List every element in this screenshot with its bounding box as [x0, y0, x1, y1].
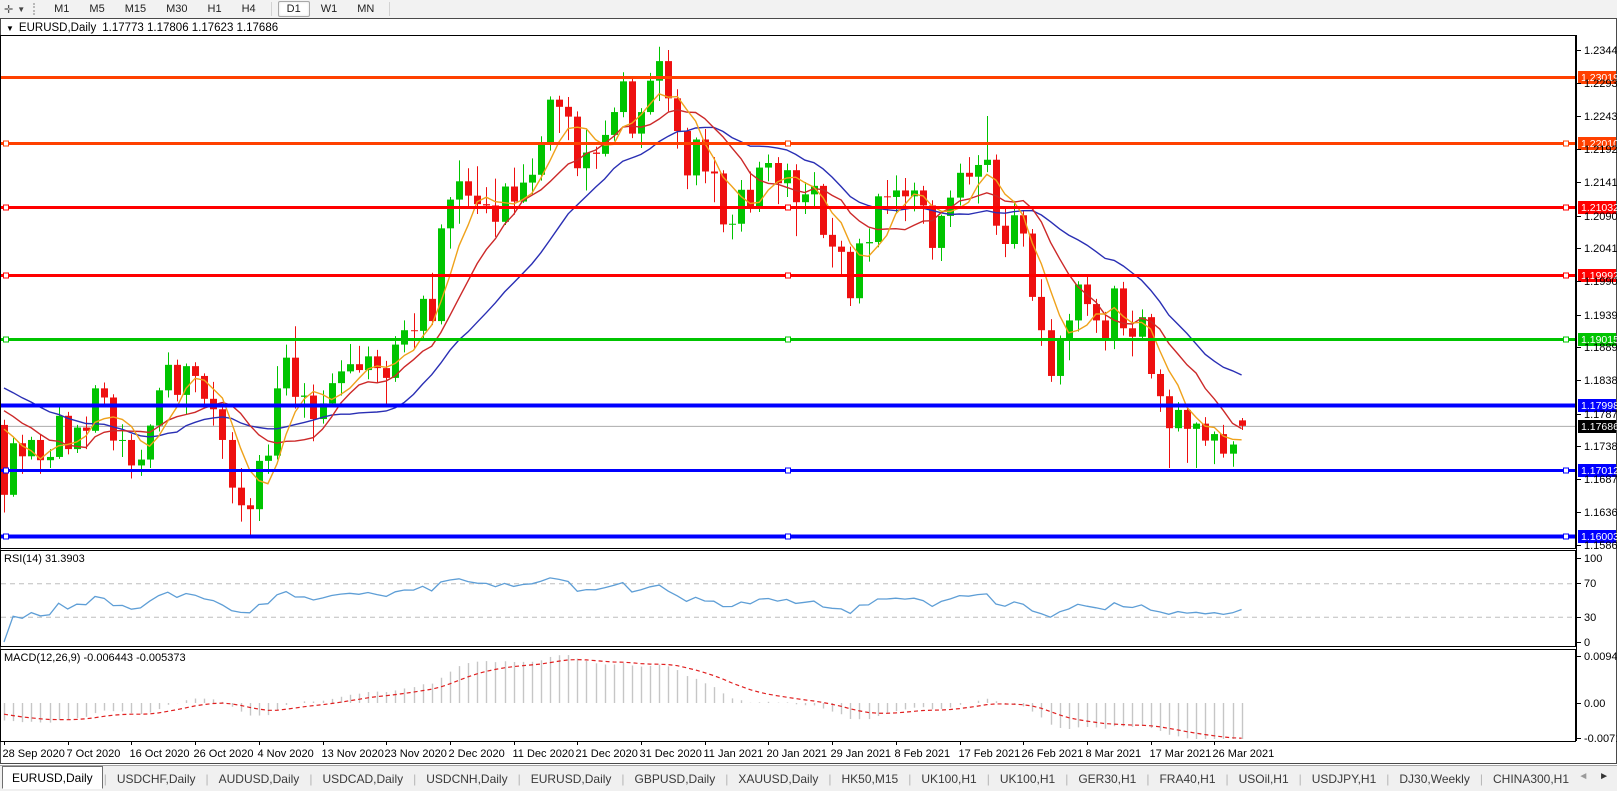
rsi-label: RSI(14) 31.3903 — [4, 553, 85, 565]
svg-text:2 Dec 2020: 2 Dec 2020 — [449, 748, 505, 760]
tab-usoil-h1[interactable]: USOil,H1 — [1230, 769, 1298, 789]
svg-text:-0.00719: -0.00719 — [1584, 733, 1617, 745]
svg-text:11 Jan 2021: 11 Jan 2021 — [704, 748, 764, 760]
svg-text:1.18385: 1.18385 — [1584, 375, 1617, 387]
tab-uk100-h1[interactable]: UK100,H1 — [991, 769, 1064, 789]
tab-scroll-left-icon[interactable]: ◄ — [1574, 771, 1592, 782]
svg-text:1.22435: 1.22435 — [1584, 111, 1617, 123]
svg-text:1.22930: 1.22930 — [1584, 78, 1617, 90]
svg-text:8 Feb 2021: 8 Feb 2021 — [895, 748, 951, 760]
chart-symbol: EURUSD,Daily — [19, 22, 96, 34]
svg-text:30: 30 — [1584, 612, 1596, 624]
tab-audusd-daily[interactable]: AUDUSD,Daily — [210, 769, 309, 789]
svg-text:26 Feb 2021: 26 Feb 2021 — [1022, 748, 1084, 760]
svg-text:0.009451: 0.009451 — [1584, 651, 1617, 663]
macd-values: -0.006443 -0.005373 — [83, 652, 185, 664]
svg-text:1.18895: 1.18895 — [1584, 342, 1617, 354]
macd-label: MACD(12,26,9) -0.006443 -0.005373 — [4, 652, 186, 664]
svg-text:1.20410: 1.20410 — [1584, 243, 1617, 255]
svg-text:0.00: 0.00 — [1584, 698, 1605, 710]
svg-text:1.17875: 1.17875 — [1584, 409, 1617, 421]
tab-usdcad-daily[interactable]: USDCAD,Daily — [313, 769, 412, 789]
tab-eurusd-daily[interactable]: EURUSD,Daily — [2, 766, 103, 789]
tab-gbpusd-daily[interactable]: GBPUSD,Daily — [626, 769, 725, 789]
tab-usdcnh-daily[interactable]: USDCNH,Daily — [417, 769, 516, 789]
tab-usdchf-daily[interactable]: USDCHF,Daily — [108, 769, 205, 789]
svg-text:0: 0 — [1584, 637, 1590, 649]
svg-text:26 Oct 2020: 26 Oct 2020 — [194, 748, 254, 760]
svg-text:100: 100 — [1584, 553, 1602, 565]
svg-text:1.15865: 1.15865 — [1584, 540, 1617, 552]
svg-text:1.16870: 1.16870 — [1584, 474, 1617, 486]
svg-text:23 Nov 2020: 23 Nov 2020 — [385, 748, 447, 760]
svg-text:1.17686: 1.17686 — [1581, 421, 1617, 433]
tab-xauusd-daily[interactable]: XAUUSD,Daily — [729, 769, 827, 789]
chart-tabs-list: EURUSD,Daily|USDCHF,Daily|AUDUSD,Daily|U… — [2, 768, 1578, 789]
svg-text:4 Nov 2020: 4 Nov 2020 — [258, 748, 314, 760]
tab-dj30-weekly[interactable]: DJ30,Weekly — [1390, 769, 1478, 789]
chart-tabs: EURUSD,Daily|USDCHF,Daily|AUDUSD,Daily|U… — [0, 765, 1617, 791]
svg-text:8 Mar 2021: 8 Mar 2021 — [1086, 748, 1142, 760]
svg-text:1.21415: 1.21415 — [1584, 177, 1617, 189]
svg-text:1.17380: 1.17380 — [1584, 441, 1617, 453]
svg-text:28 Sep 2020: 28 Sep 2020 — [3, 748, 65, 760]
svg-text:1.23440: 1.23440 — [1584, 45, 1617, 57]
svg-text:1.19390: 1.19390 — [1584, 310, 1617, 322]
svg-text:7 Oct 2020: 7 Oct 2020 — [67, 748, 121, 760]
tab-hk50-m15[interactable]: HK50,M15 — [832, 769, 907, 789]
svg-text:11 Dec 2020: 11 Dec 2020 — [513, 748, 575, 760]
tab-scroll-buttons: ◄ ► — [1574, 771, 1613, 782]
tab-scroll-right-icon[interactable]: ► — [1595, 771, 1613, 782]
svg-text:29 Jan 2021: 29 Jan 2021 — [831, 748, 892, 760]
svg-text:17 Mar 2021: 17 Mar 2021 — [1150, 748, 1212, 760]
svg-text:1.21925: 1.21925 — [1584, 144, 1617, 156]
tab-uk100-h1[interactable]: UK100,H1 — [912, 769, 985, 789]
mt4-window: ✛ ▼ M1M5M15M30H1H4D1W1MN 1.230191.220101… — [0, 0, 1617, 791]
svg-text:20 Jan 2021: 20 Jan 2021 — [767, 748, 828, 760]
svg-text:1.19900: 1.19900 — [1584, 276, 1617, 288]
tab-eurusd-daily[interactable]: EURUSD,Daily — [522, 769, 621, 789]
chart-canvas[interactable]: 1.230191.220101.210321.199921.190151.179… — [0, 0, 1617, 791]
svg-text:26 Mar 2021: 26 Mar 2021 — [1213, 748, 1275, 760]
tab-fra40-h1[interactable]: FRA40,H1 — [1150, 769, 1224, 789]
tab-ger30-h1[interactable]: GER30,H1 — [1069, 769, 1145, 789]
collapse-triangle-icon[interactable]: ▼ — [6, 24, 14, 33]
svg-text:70: 70 — [1584, 578, 1596, 590]
rsi-value: 31.3903 — [45, 553, 85, 565]
svg-text:13 Nov 2020: 13 Nov 2020 — [322, 748, 384, 760]
tab-china300-h1[interactable]: CHINA300,H1 — [1484, 769, 1578, 789]
svg-text:31 Dec 2020: 31 Dec 2020 — [640, 748, 702, 760]
chart-ohlc: 1.17773 1.17806 1.17623 1.17686 — [102, 22, 278, 34]
chart-title: ▼ EURUSD,Daily 1.17773 1.17806 1.17623 1.1… — [6, 22, 278, 34]
svg-text:21 Dec 2020: 21 Dec 2020 — [576, 748, 638, 760]
tab-usdjpy-h1[interactable]: USDJPY,H1 — [1303, 769, 1385, 789]
svg-text:17 Feb 2021: 17 Feb 2021 — [959, 748, 1021, 760]
svg-text:16 Oct 2020: 16 Oct 2020 — [130, 748, 190, 760]
svg-text:1.16360: 1.16360 — [1584, 507, 1617, 519]
svg-text:1.20905: 1.20905 — [1584, 211, 1617, 223]
